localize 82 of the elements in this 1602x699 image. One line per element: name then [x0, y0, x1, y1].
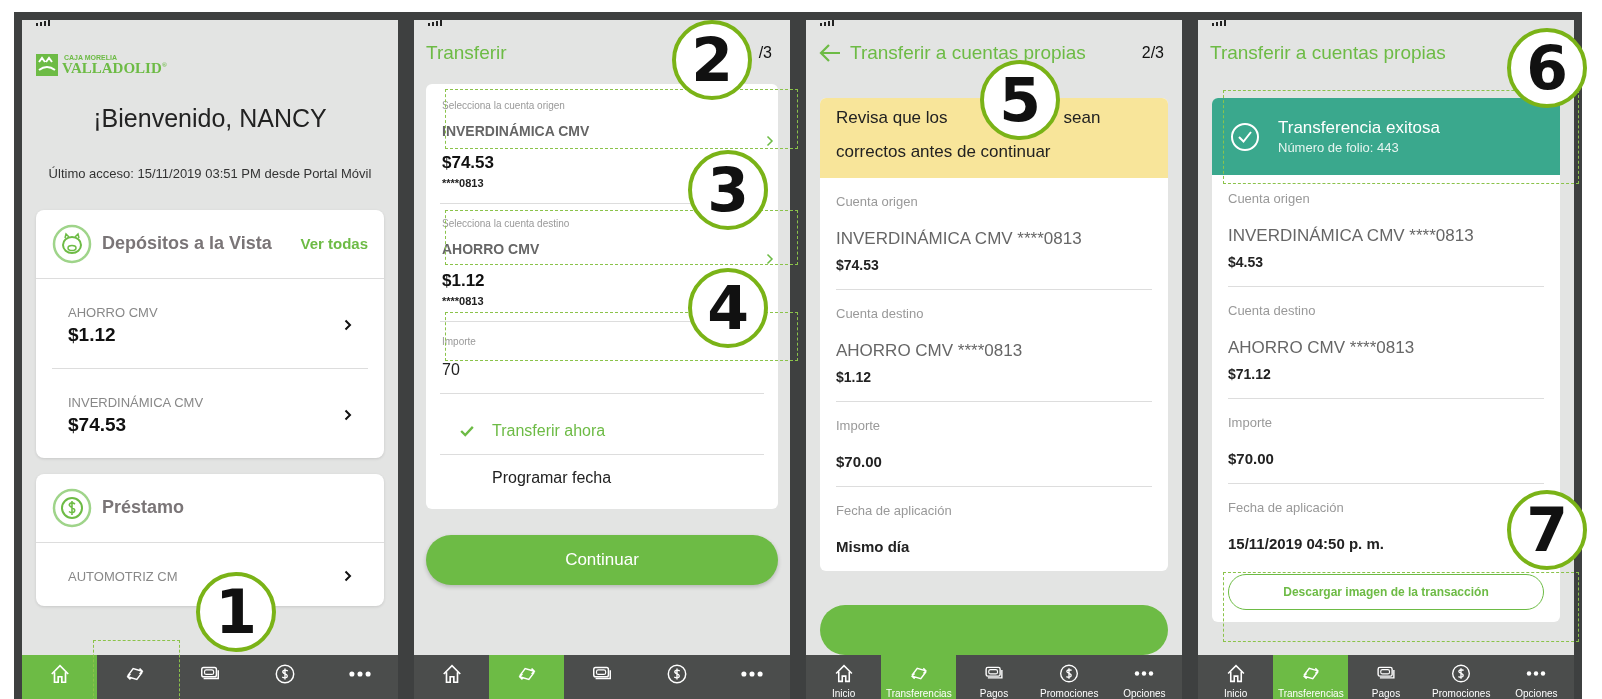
chevron-right-icon[interactable] [344, 319, 352, 332]
dollar-icon [666, 663, 689, 685]
welcome-heading: ¡Bienvenido, NANCY [92, 104, 328, 133]
summary-value: $74.53 [836, 257, 879, 273]
signal-icon [36, 20, 50, 26]
more-icon [1525, 671, 1548, 676]
summary-account: AHORRO CMV ****0813 [1228, 338, 1415, 358]
summary-value: $70.00 [1228, 450, 1274, 467]
summary-account: AHORRO CMV ****0813 [836, 341, 1023, 361]
chevron-right-icon[interactable] [344, 409, 352, 422]
signal-icon [428, 20, 442, 26]
nav-tab[interactable]: Promociones [1423, 655, 1499, 699]
summary-label: Cuenta destino [1228, 303, 1316, 318]
account-number: ****0813 [442, 295, 484, 307]
chevron-right-icon [766, 253, 774, 265]
notice-text: Revisa que los [836, 108, 948, 128]
folio-number: Número de folio: 443 [1278, 140, 1400, 155]
account-number: ****0813 [442, 177, 484, 189]
summary-label: Importe [1228, 415, 1273, 430]
nav-tab[interactable]: Opciones [1498, 655, 1574, 699]
more-icon [349, 671, 372, 677]
notice-text: sean [1063, 108, 1101, 128]
summary-value: $1.12 [836, 369, 872, 385]
dollar-icon [1450, 663, 1473, 684]
nav-tab[interactable]: Promociones [1031, 655, 1107, 699]
summary-label: Cuenta origen [1228, 191, 1310, 206]
logo-icon [36, 54, 58, 76]
account-balance: $1.12 [68, 323, 117, 346]
last-access-text: Último acceso: 15/11/2019 03:51 PM desde Portal Móvil [47, 165, 373, 183]
summary-account: INVERDINÁMICA CMV ****0813 [1228, 226, 1474, 246]
page-title: Transferir a cuentas propias [1210, 42, 1446, 64]
dollar-icon [274, 663, 297, 685]
summary-value: $4.53 [1228, 254, 1264, 270]
chevron-right-icon[interactable] [344, 570, 352, 583]
account-name: AUTOMOTRIZ CM [68, 568, 179, 584]
summary-value: Mismo día [836, 538, 910, 555]
field-label: Selecciona la cuenta destino [442, 218, 570, 229]
schedule-option[interactable]: Programar fecha [440, 454, 764, 501]
home-icon [48, 663, 71, 685]
account-select[interactable]: INVERDINÁMICA CMV [442, 123, 764, 139]
page-title: Transferir [426, 42, 507, 64]
more-icon [741, 671, 764, 677]
account-balance: $74.53 [68, 413, 128, 436]
step-counter: 2/3 [1141, 44, 1164, 62]
summary-value: 15/11/2019 04:50 p. m. [1228, 535, 1384, 552]
field-label: Importe [442, 336, 476, 347]
summary-label: Fecha de aplicación [1228, 500, 1344, 515]
home-icon [440, 663, 463, 685]
nav-tab[interactable]: Opciones [1106, 655, 1182, 699]
piggy-bank-icon [52, 223, 92, 264]
amount-input[interactable]: 70 [442, 347, 642, 379]
summary-value: $71.12 [1228, 366, 1271, 382]
nav-tab[interactable]: Pagos [956, 655, 1032, 699]
summary-value: $70.00 [836, 453, 882, 470]
banner-title: Transferencia exitosa [1278, 118, 1440, 138]
summary-label: Cuenta destino [836, 306, 924, 321]
card-title: Depósitos a la Vista [102, 233, 272, 255]
summary-account: INVERDINÁMICA CMV ****0813 [836, 229, 1082, 249]
account-balance: $1.12 [442, 271, 485, 291]
summary-label: Cuenta origen [836, 194, 918, 209]
signal-icon [820, 20, 834, 26]
logo-name: VALLADOLID$^{®}$ [62, 61, 167, 76]
step-counter: /3 [758, 44, 772, 62]
nav-tab[interactable]: Inicio [806, 655, 882, 699]
account-name: INVERDINÁMICA CMV [68, 394, 205, 410]
check-circle-icon [1230, 121, 1260, 152]
nav-tab[interactable]: Inicio [1198, 655, 1274, 699]
dollar-icon [1058, 663, 1081, 684]
account-select[interactable]: AHORRO CMV [442, 241, 764, 257]
signal-icon [1212, 20, 1226, 26]
field-label: Selecciona la cuenta origen [442, 100, 565, 111]
notice-text: correctos antes de continuar [836, 142, 1051, 162]
check-icon [460, 425, 474, 437]
summary-label: Fecha de aplicación [836, 503, 952, 518]
chevron-right-icon [766, 135, 774, 147]
dollar-icon [52, 487, 92, 528]
account-name: AHORRO CMV [68, 304, 159, 320]
account-balance: $74.53 [442, 153, 494, 173]
card-title: Préstamo [102, 497, 185, 519]
summary-label: Importe [836, 418, 881, 433]
nav-tab[interactable]: Pagos [1348, 655, 1424, 699]
more-icon [1133, 671, 1156, 676]
